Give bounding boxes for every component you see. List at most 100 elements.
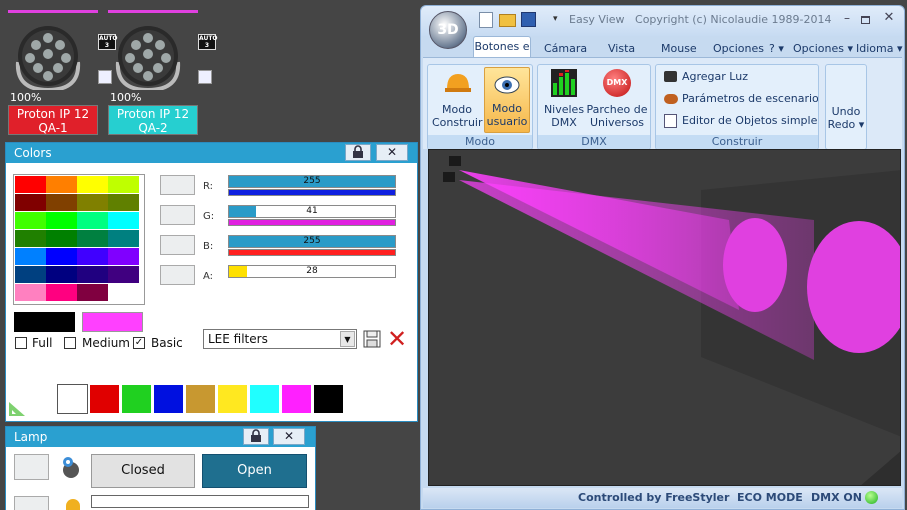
medium-checkbox[interactable]: [64, 337, 76, 349]
filter-select[interactable]: LEE filters ▼: [203, 329, 357, 349]
color-swatch[interactable]: [77, 230, 108, 247]
lock-icon[interactable]: [243, 428, 269, 445]
new-file-icon[interactable]: [479, 12, 493, 28]
lamp-button-2[interactable]: [14, 496, 49, 510]
palette-swatch[interactable]: [153, 384, 184, 414]
chevron-down-icon[interactable]: ▼: [340, 331, 355, 347]
lamp-toggle-button[interactable]: [14, 454, 49, 480]
channel-slider[interactable]: 28: [228, 265, 396, 278]
help-menu[interactable]: ? ▾: [769, 42, 784, 55]
color-swatch[interactable]: [108, 248, 139, 265]
open-folder-icon[interactable]: [499, 14, 516, 27]
save-icon[interactable]: [363, 330, 381, 348]
fixture-3d-2[interactable]: [443, 172, 455, 182]
lamp-level-bar[interactable]: [91, 495, 309, 508]
editor-objetos-button[interactable]: Editor de Objetos simples: [662, 112, 818, 130]
color-swatch[interactable]: [15, 176, 46, 193]
tab-mouse[interactable]: Mouse: [661, 42, 697, 55]
color-swatch[interactable]: [77, 266, 108, 283]
channel-button[interactable]: [160, 265, 195, 285]
palette-swatch[interactable]: [249, 384, 280, 414]
channel-button[interactable]: [160, 175, 195, 195]
parametros-escenario-button[interactable]: Parámetros de escenario...: [662, 90, 818, 108]
close-icon[interactable]: ✕: [376, 144, 408, 161]
tab-camara[interactable]: Cámara: [544, 42, 587, 55]
fixture-2-select-box[interactable]: [198, 70, 212, 84]
modo-construir-button[interactable]: Modo Construir: [432, 67, 483, 133]
color-swatch[interactable]: [15, 248, 46, 265]
color-swatch[interactable]: [46, 176, 77, 193]
undo-button[interactable]: Undo: [826, 105, 866, 118]
menu-idioma[interactable]: Idioma ▾: [856, 42, 903, 55]
window-close-icon[interactable]: ✕: [881, 10, 897, 25]
delete-icon[interactable]: ✕: [387, 327, 409, 351]
quick-access-dropdown-icon[interactable]: ▾: [553, 14, 558, 24]
basic-checkbox[interactable]: ✓: [133, 337, 145, 349]
parcheo-universos-button[interactable]: DMX Parcheo de Universos: [586, 67, 648, 133]
close-icon[interactable]: ✕: [273, 428, 305, 445]
channel-slider[interactable]: 41: [228, 205, 396, 218]
color-swatch[interactable]: [46, 248, 77, 265]
app-logo-button[interactable]: 3D: [429, 11, 467, 49]
palette-swatch[interactable]: [57, 384, 88, 414]
color-swatch[interactable]: [77, 194, 108, 211]
color-swatch[interactable]: [15, 194, 46, 211]
color-swatch[interactable]: [77, 284, 108, 301]
color-swatch[interactable]: [46, 230, 77, 247]
color-swatch[interactable]: [77, 212, 108, 229]
color-swatch[interactable]: [15, 266, 46, 283]
palette-swatch[interactable]: [313, 384, 344, 414]
color-swatch[interactable]: [77, 248, 108, 265]
color-swatch[interactable]: [15, 284, 46, 301]
palette-swatch[interactable]: [89, 384, 120, 414]
minimize-icon[interactable]: –: [839, 11, 855, 25]
niveles-dmx-button[interactable]: Niveles DMX: [542, 67, 586, 133]
palette-swatch[interactable]: [281, 384, 312, 414]
color-swatch[interactable]: [15, 212, 46, 229]
color-swatch[interactable]: [46, 266, 77, 283]
tab-opciones[interactable]: Opciones: [713, 42, 764, 55]
fixture-1-label[interactable]: Proton IP 12 QA-1: [8, 105, 98, 135]
channel-button[interactable]: [160, 205, 195, 225]
color-swatch[interactable]: [46, 212, 77, 229]
channel-slider[interactable]: 255: [228, 235, 396, 248]
agregar-luz-button[interactable]: Agregar Luz: [662, 68, 748, 86]
color-swatch[interactable]: [108, 212, 139, 229]
palette-swatch[interactable]: [217, 384, 248, 414]
3d-viewport[interactable]: [428, 149, 901, 486]
palette-swatch[interactable]: [185, 384, 216, 414]
fixture-1-icon[interactable]: [8, 18, 88, 90]
fixture-2-label[interactable]: Proton IP 12 QA-2: [108, 105, 198, 135]
color-swatch[interactable]: [108, 284, 139, 301]
fixture-1-select-box[interactable]: [98, 70, 112, 84]
color-swatch[interactable]: [108, 230, 139, 247]
menu-opciones[interactable]: Opciones ▾: [793, 42, 853, 55]
color-swatch[interactable]: [108, 194, 139, 211]
color-swatch[interactable]: [15, 230, 46, 247]
color-swatch[interactable]: [108, 266, 139, 283]
resize-handle-icon[interactable]: [8, 401, 26, 417]
object-editor-icon: [664, 114, 677, 128]
color-swatch[interactable]: [108, 176, 139, 193]
fixture-2-auto-badge[interactable]: AUTO 3: [198, 34, 218, 50]
redo-button[interactable]: Redo ▾: [826, 118, 866, 131]
fixture-1-auto-badge[interactable]: AUTO 3: [98, 34, 118, 50]
color-swatch[interactable]: [77, 176, 108, 193]
fixture-2-icon[interactable]: [108, 18, 188, 90]
lock-icon[interactable]: [345, 144, 371, 161]
modo-usuario-button[interactable]: Modo usuario: [484, 67, 530, 133]
full-checkbox[interactable]: [15, 337, 27, 349]
tab-botones[interactable]: Botones e: [473, 36, 531, 58]
maximize-icon[interactable]: [861, 16, 870, 24]
color-swatch[interactable]: [46, 284, 77, 301]
closed-button[interactable]: Closed: [91, 454, 195, 488]
auto-number: 3: [204, 42, 210, 49]
tab-vista[interactable]: Vista: [608, 42, 635, 55]
fixture-3d-1[interactable]: [449, 156, 461, 166]
open-button[interactable]: Open: [202, 454, 307, 488]
palette-swatch[interactable]: [121, 384, 152, 414]
color-swatch[interactable]: [46, 194, 77, 211]
channel-slider[interactable]: 255: [228, 175, 396, 188]
save-file-icon[interactable]: [521, 12, 536, 27]
channel-button[interactable]: [160, 235, 195, 255]
